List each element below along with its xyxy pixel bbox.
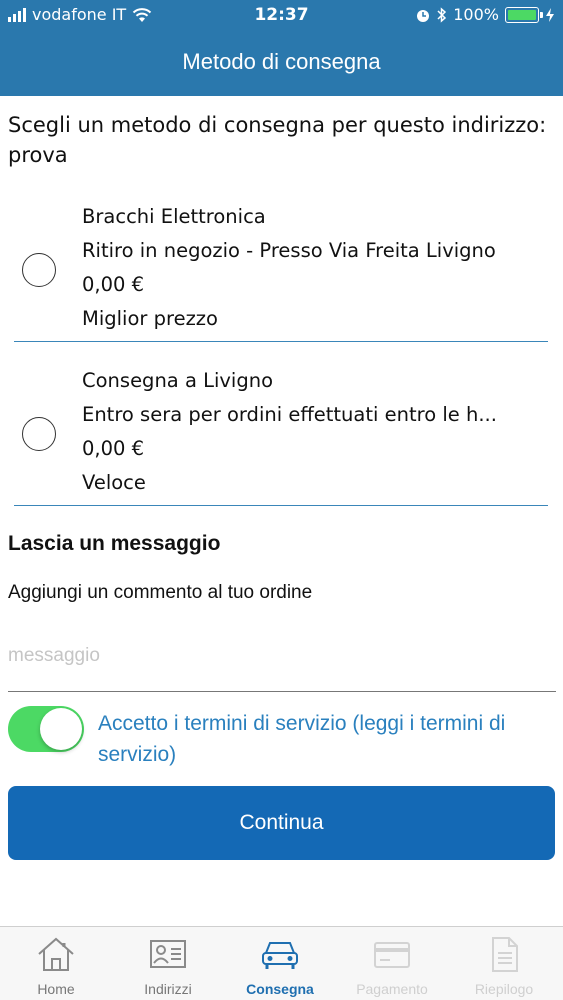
tab-riepilogo-label: Riepilogo (474, 981, 534, 997)
message-section-subtitle: Aggiungi un commento al tuo ordine (8, 582, 313, 603)
option-description: Ritiro in negozio - Presso Via Freita Li… (82, 239, 496, 262)
option-tag: Miglior prezzo (82, 307, 218, 330)
terms-toggle[interactable] (8, 706, 84, 752)
tab-pagamento-label: Pagamento (356, 981, 428, 997)
shipping-option-2[interactable]: Consegna a Livigno Entro sera per ordini… (14, 364, 548, 506)
shipping-option-2-details: Consegna a Livigno Entro sera per ordini… (82, 364, 550, 500)
battery-icon (505, 6, 543, 23)
bluetooth-icon (437, 6, 447, 23)
tab-home[interactable]: Home (0, 927, 112, 1000)
car-icon (262, 942, 298, 969)
credit-card-icon (374, 942, 410, 968)
option-name: Consegna a Livigno (82, 369, 274, 392)
shipping-option-1[interactable]: Bracchi Elettronica Ritiro in negozio - … (14, 200, 548, 342)
charging-icon (546, 7, 554, 22)
tab-bar: Home Indirizzi Consegna Pagamento Riepil… (0, 926, 563, 1000)
option-name: Bracchi Elettronica (82, 205, 266, 228)
shipping-option-2-radio[interactable] (22, 417, 56, 451)
tab-consegna[interactable]: Consegna (224, 927, 336, 1000)
tab-consegna-label: Consegna (246, 981, 314, 997)
message-section-title: Lascia un messaggio (8, 532, 221, 555)
terms-toggle-knob (40, 708, 82, 750)
option-tag: Veloce (82, 471, 146, 494)
page-title: Metodo di consegna (182, 49, 381, 74)
message-input[interactable] (8, 634, 556, 692)
continue-button[interactable]: Continua (8, 786, 555, 860)
intro-text: Scegli un metodo di consegna per questo … (8, 113, 547, 167)
address-card-icon (150, 940, 186, 968)
terms-link[interactable]: Accetto i termini di servizio (leggi i t… (98, 708, 538, 770)
tab-indirizzi[interactable]: Indirizzi (112, 927, 224, 1000)
tab-pagamento[interactable]: Pagamento (336, 927, 448, 1000)
tab-riepilogo[interactable]: Riepilogo (448, 927, 560, 1000)
battery-fill (508, 9, 536, 20)
option-description: Entro sera per ordini effettuati entro l… (82, 403, 497, 426)
shipping-option-1-radio[interactable] (22, 253, 56, 287)
alarm-clock-icon (417, 9, 430, 22)
app-header: vodafone IT 12:37 100% Metodo di consegn… (0, 0, 563, 96)
battery-percent: 100% (453, 5, 499, 24)
document-icon (492, 937, 518, 972)
tab-home-label: Home (37, 981, 75, 997)
option-price: 0,00 € (82, 273, 145, 296)
status-right: 100% (415, 5, 555, 24)
option-price: 0,00 € (82, 437, 145, 460)
home-icon (38, 937, 74, 971)
shipping-option-1-details: Bracchi Elettronica Ritiro in negozio - … (82, 200, 550, 336)
tab-indirizzi-label: Indirizzi (144, 981, 192, 997)
status-bar: vodafone IT 12:37 100% (0, 0, 563, 32)
